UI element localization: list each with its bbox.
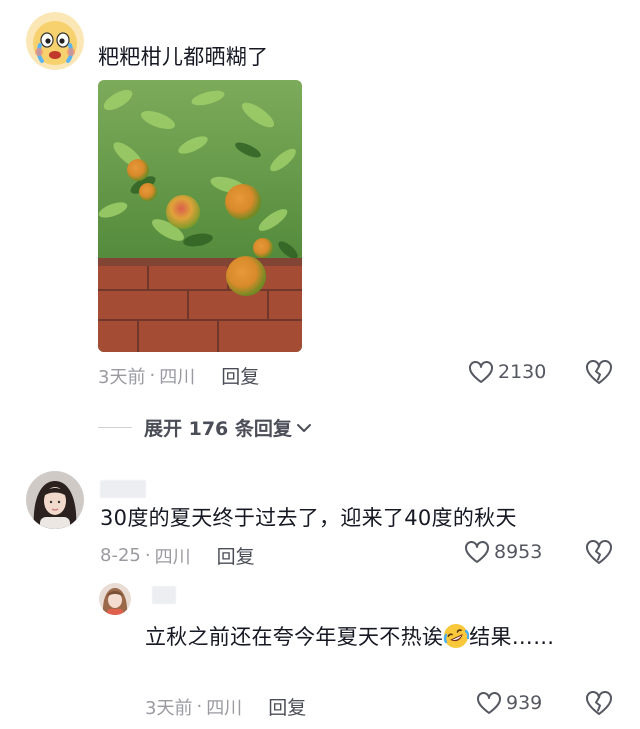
comment-location: 四川 <box>159 366 196 388</box>
heart-icon <box>477 692 501 714</box>
meta-separator: · <box>149 365 156 386</box>
expand-replies-label: 展开 176 条回复 <box>144 418 292 440</box>
meta-separator: · <box>144 545 151 566</box>
like-button[interactable]: 8953 <box>464 540 542 564</box>
reply-meta: 3天前 · 四川 回复 <box>145 693 306 720</box>
reply-avatar[interactable] <box>99 583 131 615</box>
reply-button[interactable]: 回复 <box>268 693 306 720</box>
comment-text: 粑粑柑儿都晒糊了 <box>98 45 269 69</box>
heart-icon <box>465 541 489 563</box>
username-blurred[interactable] <box>100 480 146 498</box>
username-blurred[interactable] <box>152 586 176 604</box>
broken-heart-icon <box>586 691 612 715</box>
reply-time: 3天前 <box>145 697 193 719</box>
comment-time: 3天前 <box>98 366 146 388</box>
commenter-avatar[interactable] <box>26 471 84 529</box>
rolling-laughing-emoji-icon <box>443 623 470 649</box>
dislike-button[interactable] <box>585 690 613 716</box>
reply-button[interactable]: 回复 <box>217 542 255 569</box>
comment-time: 8-25 <box>100 545 141 566</box>
broken-heart-icon <box>586 360 612 384</box>
dislike-button[interactable] <box>585 359 613 385</box>
heart-icon <box>469 361 493 383</box>
reply-text: 立秋之前还在夸今年夏天不热诶 结果…… <box>145 622 585 653</box>
broken-heart-icon <box>586 540 612 564</box>
comment-photo-oranges[interactable] <box>98 80 302 352</box>
chevron-down-icon <box>296 423 311 432</box>
like-count: 2130 <box>498 361 547 383</box>
comment-meta: 3天前 · 四川 回复 <box>98 362 259 389</box>
reply-text-part: 结果…… <box>469 625 555 649</box>
comment-location: 四川 <box>154 546 191 568</box>
like-count: 939 <box>506 692 543 714</box>
reply-text-part: 立秋之前还在夸今年夏天不热诶 <box>145 625 444 649</box>
like-count: 8953 <box>494 541 543 563</box>
commenter-avatar[interactable] <box>26 12 84 70</box>
dislike-button[interactable] <box>585 539 613 565</box>
comment-meta: 8-25 · 四川 回复 <box>100 542 255 569</box>
meta-separator: · <box>196 696 203 717</box>
reply-button[interactable]: 回复 <box>221 362 259 389</box>
reply-location: 四川 <box>206 697 243 719</box>
divider-line <box>98 427 132 428</box>
comment-text: 30度的夏天终于过去了，迎来了40度的秋天 <box>100 506 517 530</box>
like-button[interactable]: 2130 <box>468 360 546 384</box>
like-button[interactable]: 939 <box>476 691 542 715</box>
expand-replies-button[interactable]: 展开 176 条回复 <box>98 414 312 441</box>
